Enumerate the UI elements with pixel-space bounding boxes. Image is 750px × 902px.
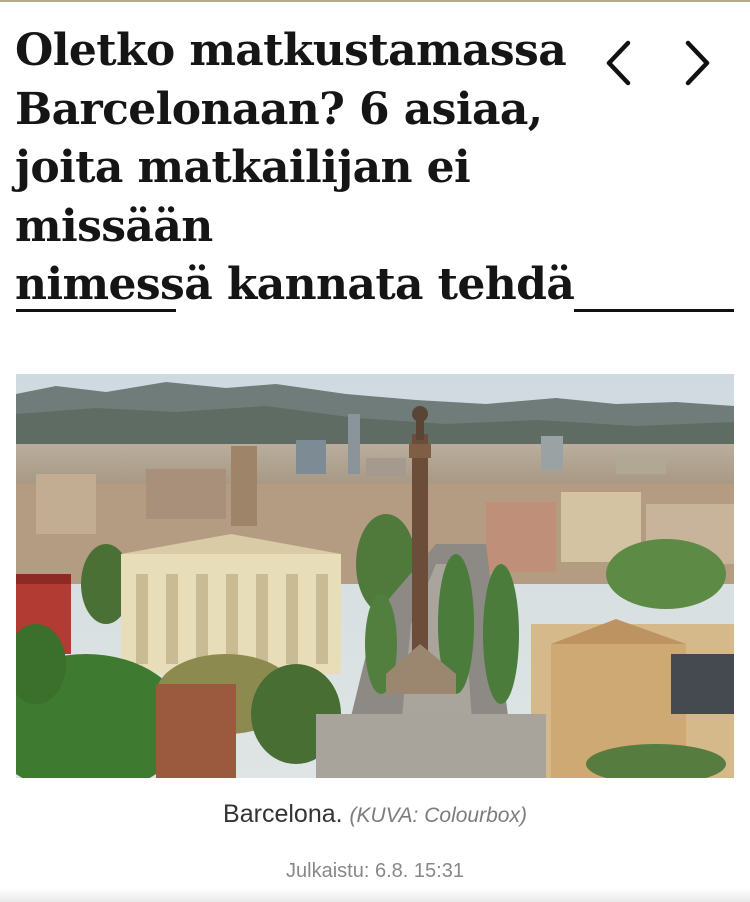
divider-left	[16, 309, 176, 312]
bottom-shadow	[0, 888, 750, 902]
divider-right	[574, 309, 734, 312]
published-date: Julkaistu: 6.8. 15:31	[286, 860, 464, 882]
headline-line: joita matkailijan ei missään	[15, 142, 471, 252]
headline-line: Oletko matkustamassa	[15, 25, 567, 76]
top-rule	[0, 0, 750, 2]
next-article-button[interactable]	[676, 38, 716, 88]
headline-line: nimessä kannata tehdä	[15, 259, 575, 310]
chevron-right-icon	[685, 40, 710, 86]
barcelona-hero-image[interactable]	[16, 374, 734, 778]
caption-text: Barcelona.	[223, 800, 343, 828]
image-caption: Barcelona. (KUVA: Colourbox)	[0, 800, 750, 829]
previous-article-button[interactable]	[600, 38, 640, 88]
chevron-left-icon	[606, 40, 631, 86]
headline-line: Barcelonaan? 6 asiaa,	[15, 83, 543, 135]
article-headline: Oletko matkustamassa Barcelonaan? 6 asia…	[15, 22, 605, 315]
image-credit: (KUVA: Colourbox)	[349, 804, 527, 827]
